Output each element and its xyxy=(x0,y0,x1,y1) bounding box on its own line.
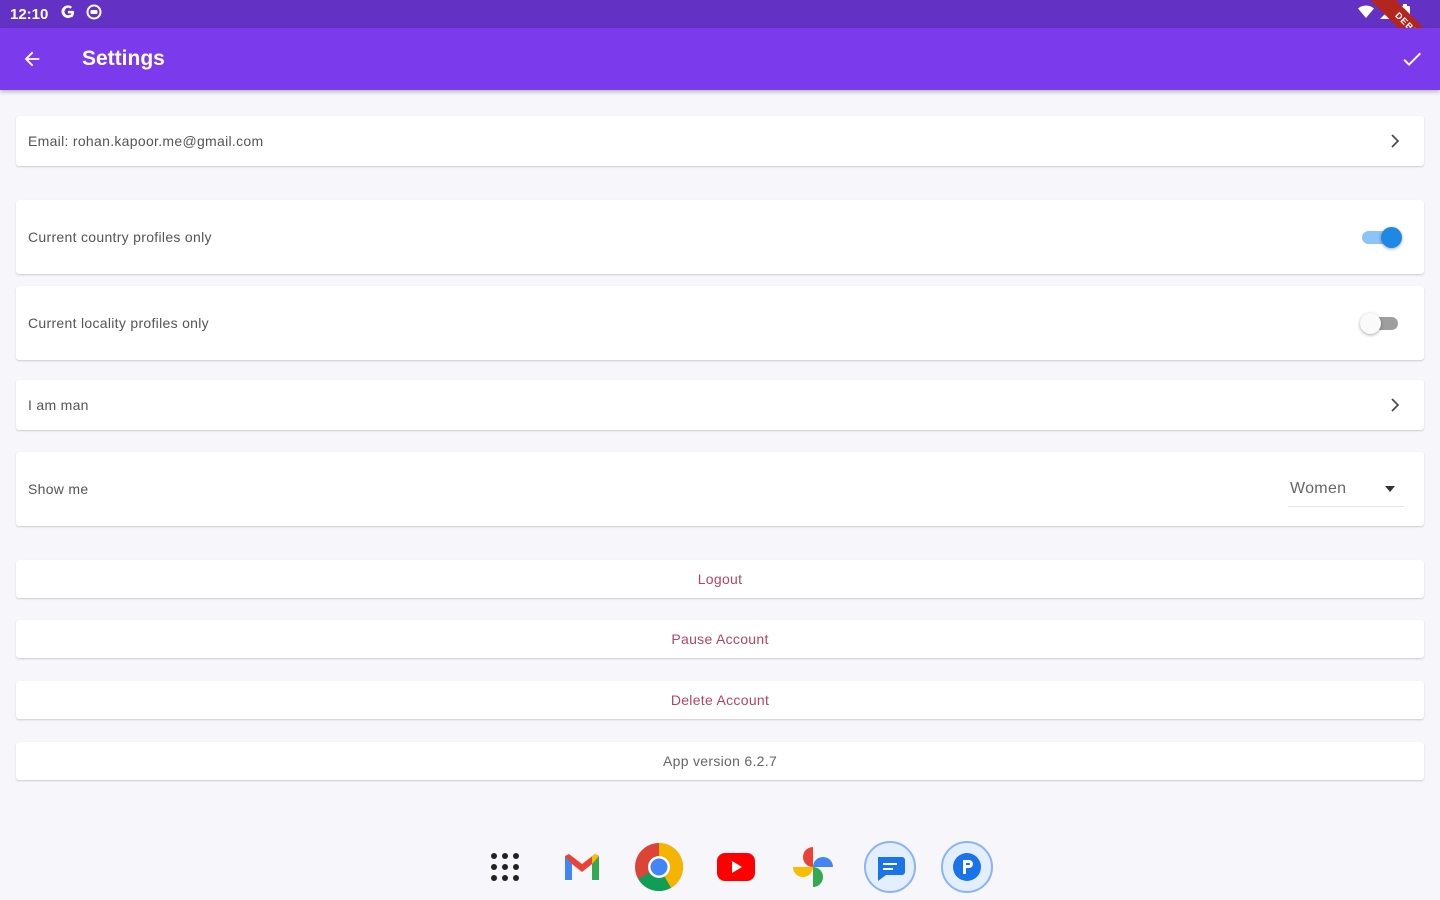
locality-profiles-row: Current locality profiles only xyxy=(16,286,1424,360)
parking-app-icon[interactable] xyxy=(940,840,994,894)
status-time: 12:10 xyxy=(10,5,49,23)
arrow-back-icon xyxy=(24,51,40,67)
locality-profiles-toggle[interactable] xyxy=(1360,312,1402,334)
toggle-thumb xyxy=(1360,313,1381,334)
country-profiles-row: Current country profiles only xyxy=(16,200,1424,274)
app-grid-icon[interactable] xyxy=(478,840,532,894)
show-me-dropdown[interactable]: Women xyxy=(1288,471,1404,507)
messages-icon[interactable] xyxy=(863,840,917,894)
country-profiles-toggle[interactable] xyxy=(1360,226,1402,248)
toggle-thumb xyxy=(1381,227,1402,248)
logout-button[interactable]: Logout xyxy=(16,560,1424,598)
check-icon xyxy=(1403,52,1421,66)
page-title: Settings xyxy=(82,47,165,70)
locality-profiles-label: Current locality profiles only xyxy=(28,315,209,331)
gender-label: I am man xyxy=(28,397,89,413)
email-label: Email: rohan.kapoor.me@gmail.com xyxy=(28,133,264,149)
gmail-icon[interactable] xyxy=(555,840,609,894)
wifi-icon xyxy=(1358,5,1374,23)
country-profiles-label: Current country profiles only xyxy=(28,229,212,245)
photos-icon[interactable] xyxy=(786,840,840,894)
show-me-row: Show me Women xyxy=(16,452,1424,526)
app-bar: Settings xyxy=(0,28,1440,90)
show-me-label: Show me xyxy=(28,481,89,497)
status-bar: 12:10 xyxy=(0,0,1440,28)
google-g-icon xyxy=(60,4,76,25)
chevron-right-icon xyxy=(1386,398,1404,412)
shield-icon xyxy=(86,4,102,25)
youtube-icon[interactable] xyxy=(709,840,763,894)
email-row[interactable]: Email: rohan.kapoor.me@gmail.com xyxy=(16,116,1424,166)
arrow-drop-down-icon xyxy=(1382,485,1398,492)
gender-row[interactable]: I am man xyxy=(16,380,1424,430)
save-button[interactable] xyxy=(1384,28,1440,90)
delete-account-button[interactable]: Delete Account xyxy=(16,681,1424,719)
back-button[interactable] xyxy=(0,28,64,90)
chevron-right-icon xyxy=(1386,134,1404,148)
app-version: App version 6.2.7 xyxy=(16,742,1424,780)
taskbar xyxy=(478,840,1017,894)
chrome-icon[interactable] xyxy=(632,840,686,894)
pause-account-button[interactable]: Pause Account xyxy=(16,620,1424,658)
show-me-value: Women xyxy=(1290,479,1347,497)
